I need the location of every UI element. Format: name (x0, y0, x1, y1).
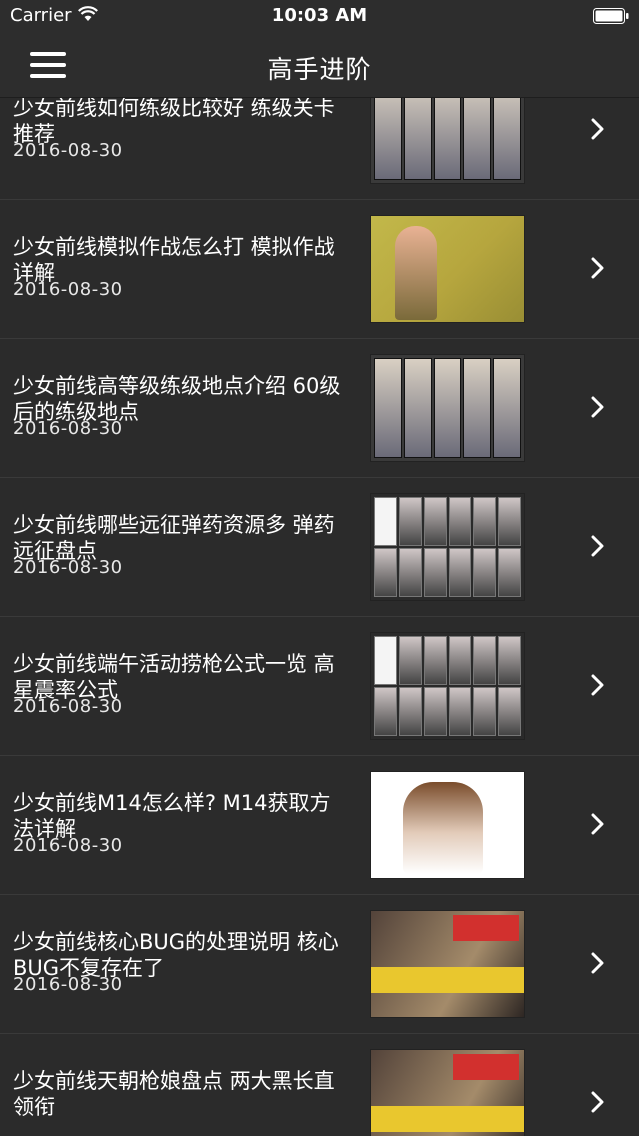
article-thumbnail (370, 98, 525, 184)
chevron-right-icon (591, 674, 604, 696)
article-date: 2016-08-30 (13, 140, 123, 161)
article-thumbnail (370, 354, 525, 462)
article-thumbnail (370, 1049, 525, 1136)
chevron-right-icon (591, 535, 604, 557)
article-date: 2016-08-30 (13, 974, 123, 995)
article-row[interactable]: 少女前线哪些远征弹药资源多 弹药远征盘点 2016-08-30 (0, 478, 639, 617)
battery-icon (593, 8, 629, 24)
article-row[interactable]: 少女前线高等级练级地点介绍 60级后的练级地点 2016-08-30 (0, 339, 639, 478)
status-bar: Carrier 10:03 AM (0, 0, 639, 34)
chevron-right-icon (591, 118, 604, 140)
article-title: 少女前线天朝枪娘盘点 两大黑长直领衔 (13, 1069, 335, 1119)
article-date: 2016-08-30 (13, 557, 123, 578)
chevron-right-icon (591, 257, 604, 279)
chevron-right-icon (591, 396, 604, 418)
article-thumbnail (370, 910, 525, 1018)
status-time: 10:03 AM (271, 5, 368, 26)
chevron-right-icon (591, 1091, 604, 1113)
article-date: 2016-08-30 (13, 418, 123, 439)
article-row[interactable]: 少女前线天朝枪娘盘点 两大黑长直领衔 (0, 1034, 639, 1136)
article-row[interactable]: 少女前线端午活动捞枪公式一览 高星震率公式 2016-08-30 (0, 617, 639, 756)
article-row[interactable]: 少女前线核心BUG的处理说明 核心BUG不复存在了 2016-08-30 (0, 895, 639, 1034)
article-list[interactable]: 少女前线如何练级比较好 练级关卡推荐 2016-08-30 少女前线模拟作战怎么打 … (0, 98, 639, 1136)
article-thumbnail (370, 215, 525, 323)
article-date: 2016-08-30 (13, 279, 123, 300)
article-date: 2016-08-30 (13, 835, 123, 856)
article-thumbnail (370, 771, 525, 879)
chevron-right-icon (591, 813, 604, 835)
article-row[interactable]: 少女前线如何练级比较好 练级关卡推荐 2016-08-30 (0, 98, 639, 200)
article-thumbnail (370, 632, 525, 740)
article-row[interactable]: 少女前线模拟作战怎么打 模拟作战详解 2016-08-30 (0, 200, 639, 339)
article-date: 2016-08-30 (13, 696, 123, 717)
article-row[interactable]: 少女前线M14怎么样? M14获取方法详解 2016-08-30 (0, 756, 639, 895)
navigation-bar: 高手进阶 (0, 34, 639, 98)
page-title: 高手进阶 (267, 55, 372, 84)
article-thumbnail (370, 493, 525, 601)
chevron-right-icon (591, 952, 604, 974)
